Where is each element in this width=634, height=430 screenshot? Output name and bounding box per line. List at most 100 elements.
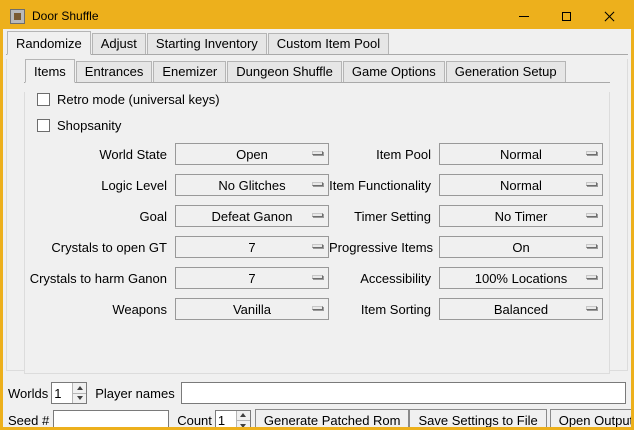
menu-indicator-icon <box>586 213 597 217</box>
seed-label: Seed # <box>8 413 49 428</box>
spin-up-button[interactable] <box>73 383 86 394</box>
worlds-spinbox[interactable] <box>51 382 87 404</box>
close-button[interactable] <box>588 3 631 29</box>
outer-tab-bar: Randomize Adjust Starting Inventory Cust… <box>6 31 628 55</box>
seed-input[interactable] <box>53 410 169 430</box>
tab-items[interactable]: Items <box>25 59 75 83</box>
logic-level-dropdown[interactable]: No Glitches <box>175 174 329 196</box>
shopsanity-checkbox[interactable] <box>37 119 50 132</box>
progressive-items-value: On <box>512 240 529 255</box>
player-names-input[interactable] <box>181 382 626 404</box>
player-names-label: Player names <box>95 386 174 401</box>
inner-tab-bar: Items Entrances Enemizer Dungeon Shuffle… <box>24 59 610 83</box>
accessibility-dropdown[interactable]: 100% Locations <box>439 267 603 289</box>
tab-enemizer[interactable]: Enemizer <box>153 61 226 82</box>
title-bar: Door Shuffle <box>3 3 631 29</box>
window-title: Door Shuffle <box>32 9 99 23</box>
progressive-items-label: Progressive Items <box>329 240 431 255</box>
count-input[interactable] <box>216 411 236 430</box>
menu-indicator-icon <box>312 213 323 217</box>
close-icon <box>604 11 615 22</box>
seed-row: Seed # Count Generate Patched Rom Save S… <box>8 409 626 430</box>
crystals-gt-label: Crystals to open GT <box>25 240 167 255</box>
tab-starting-inventory[interactable]: Starting Inventory <box>147 33 267 54</box>
item-functionality-dropdown[interactable]: Normal <box>439 174 603 196</box>
settings-row: Logic Level No Glitches Item Functionali… <box>25 174 609 196</box>
timer-setting-label: Timer Setting <box>329 209 431 224</box>
app-icon[interactable] <box>10 9 25 24</box>
item-sorting-dropdown[interactable]: Balanced <box>439 298 603 320</box>
item-pool-dropdown[interactable]: Normal <box>439 143 603 165</box>
tab-randomize[interactable]: Randomize <box>7 31 91 55</box>
crystals-ganon-label: Crystals to harm Ganon <box>25 271 167 286</box>
crystals-gt-value: 7 <box>248 240 255 255</box>
retro-mode-row: Retro mode (universal keys) <box>37 92 609 107</box>
worlds-input[interactable] <box>52 383 72 403</box>
crystals-ganon-dropdown[interactable]: 7 <box>175 267 329 289</box>
settings-row: Crystals to harm Ganon 7 Accessibility 1… <box>25 267 609 289</box>
menu-indicator-icon <box>312 151 323 155</box>
caption-buttons <box>502 3 631 29</box>
menu-indicator-icon <box>586 151 597 155</box>
weapons-value: Vanilla <box>233 302 271 317</box>
weapons-dropdown[interactable]: Vanilla <box>175 298 329 320</box>
weapons-label: Weapons <box>25 302 167 317</box>
tab-custom-item-pool[interactable]: Custom Item Pool <box>268 33 389 54</box>
accessibility-label: Accessibility <box>329 271 431 286</box>
crystals-gt-dropdown[interactable]: 7 <box>175 236 329 258</box>
menu-indicator-icon <box>312 306 323 310</box>
spin-down-button[interactable] <box>73 394 86 404</box>
outer-notebook: Randomize Adjust Starting Inventory Cust… <box>6 31 628 371</box>
randomize-pane: Items Entrances Enemizer Dungeon Shuffle… <box>6 59 628 371</box>
menu-indicator-icon <box>586 306 597 310</box>
tab-adjust[interactable]: Adjust <box>92 33 146 54</box>
retro-mode-checkbox[interactable] <box>37 93 50 106</box>
settings-row: Goal Defeat Ganon Timer Setting No Timer <box>25 205 609 227</box>
app-window: Door Shuffle Randomize Adjust Starting I… <box>0 0 634 430</box>
arrow-up-icon <box>77 386 83 390</box>
settings-form: World State Open Item Pool Normal <box>25 143 609 320</box>
tab-generation-setup[interactable]: Generation Setup <box>446 61 566 82</box>
settings-row: World State Open Item Pool Normal <box>25 143 609 165</box>
maximize-icon <box>562 12 571 21</box>
count-label: Count <box>177 413 212 428</box>
menu-indicator-icon <box>586 244 597 248</box>
world-state-value: Open <box>236 147 268 162</box>
worlds-label: Worlds <box>8 386 48 401</box>
world-state-dropdown[interactable]: Open <box>175 143 329 165</box>
count-spin-arrows <box>236 411 250 430</box>
goal-label: Goal <box>25 209 167 224</box>
tab-entrances[interactable]: Entrances <box>76 61 153 82</box>
minimize-button[interactable] <box>502 3 545 29</box>
generate-patched-rom-button[interactable]: Generate Patched Rom <box>255 409 410 430</box>
progressive-items-dropdown[interactable]: On <box>439 236 603 258</box>
menu-indicator-icon <box>586 275 597 279</box>
goal-value: Defeat Ganon <box>212 209 293 224</box>
timer-setting-value: No Timer <box>495 209 548 224</box>
goal-dropdown[interactable]: Defeat Ganon <box>175 205 329 227</box>
menu-indicator-icon <box>312 182 323 186</box>
maximize-button[interactable] <box>545 3 588 29</box>
timer-setting-dropdown[interactable]: No Timer <box>439 205 603 227</box>
count-spinbox[interactable] <box>215 410 251 430</box>
menu-indicator-icon <box>586 182 597 186</box>
accessibility-value: 100% Locations <box>475 271 568 286</box>
minimize-icon <box>519 16 529 17</box>
settings-row: Weapons Vanilla Item Sorting Balanced <box>25 298 609 320</box>
tab-dungeon-shuffle[interactable]: Dungeon Shuffle <box>227 61 342 82</box>
logic-level-value: No Glitches <box>218 178 285 193</box>
arrow-down-icon <box>240 424 246 428</box>
inner-notebook: Items Entrances Enemizer Dungeon Shuffle… <box>24 59 610 374</box>
item-functionality-value: Normal <box>500 178 542 193</box>
spin-down-button[interactable] <box>237 421 250 430</box>
item-functionality-label: Item Functionality <box>329 178 431 193</box>
menu-indicator-icon <box>312 244 323 248</box>
open-output-directory-button[interactable]: Open Output Directory <box>550 409 634 430</box>
item-pool-label: Item Pool <box>329 147 431 162</box>
arrow-up-icon <box>240 413 246 417</box>
shopsanity-row: Shopsanity <box>37 118 609 133</box>
save-settings-button[interactable]: Save Settings to File <box>409 409 546 430</box>
world-state-label: World State <box>25 147 167 162</box>
spin-up-button[interactable] <box>237 411 250 422</box>
tab-game-options[interactable]: Game Options <box>343 61 445 82</box>
